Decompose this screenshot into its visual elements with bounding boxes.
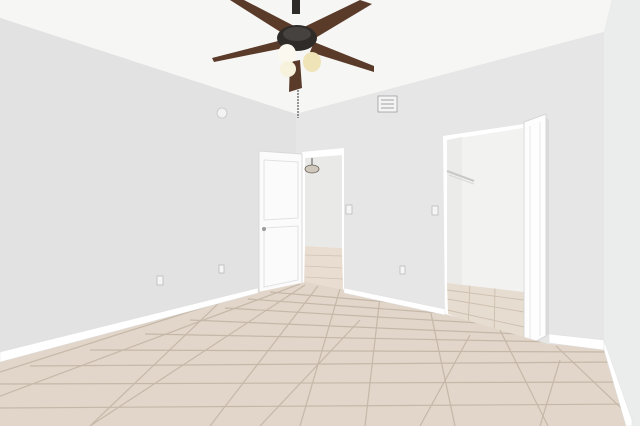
outlet-icon [399,265,406,275]
closet-doorway [443,124,524,348]
vent-icon [377,95,398,113]
outlet-icon [218,264,225,274]
smoke-detector-icon [216,107,228,119]
closet-door [523,113,549,349]
hallway-doorway [302,148,344,290]
bedroom-door [258,150,303,295]
outlet-icon [156,275,164,286]
room-photo [0,0,640,426]
light-switch-icon [345,204,353,215]
door-knob-icon [262,227,266,231]
light-switch-icon [431,205,439,216]
